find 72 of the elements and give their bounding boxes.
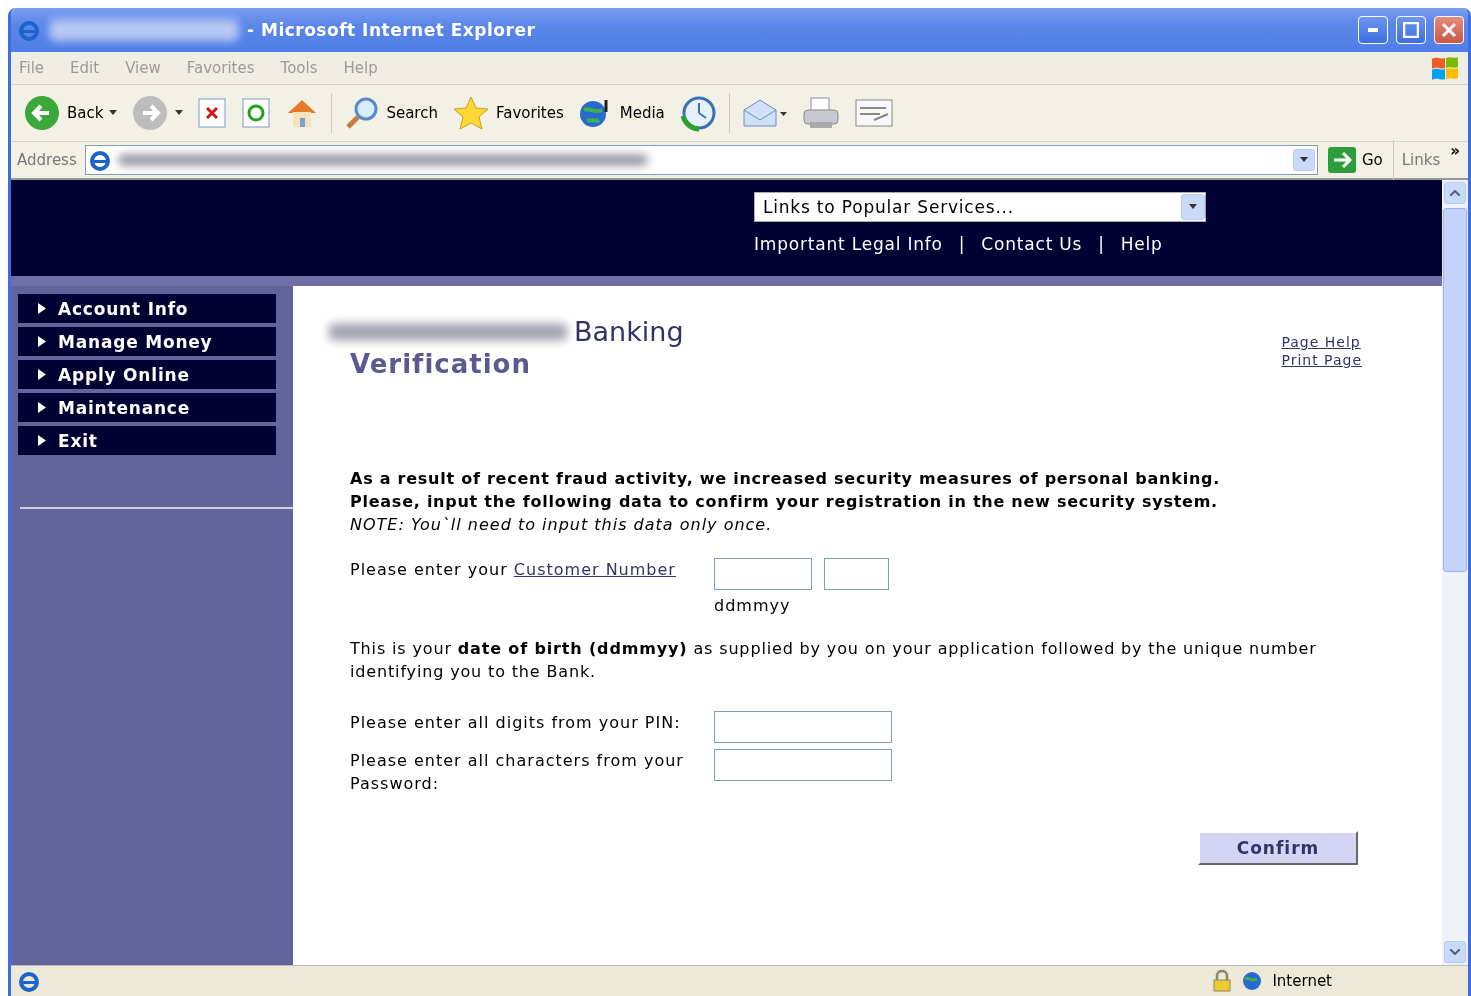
pin-field[interactable] — [714, 711, 892, 743]
dropdown-button[interactable] — [1181, 194, 1205, 220]
notepad-icon — [853, 98, 894, 128]
caret-icon — [109, 110, 118, 116]
dropdown-button[interactable] — [1292, 149, 1315, 171]
utility-link[interactable]: Print Page — [1281, 352, 1362, 368]
maximize-icon — [1403, 22, 1419, 38]
security-zone: Internet — [1272, 972, 1332, 990]
close-icon — [1441, 22, 1457, 38]
brand-name: Banking — [574, 316, 684, 347]
minimize-icon — [1368, 28, 1378, 32]
triangle-right-icon — [38, 369, 46, 380]
scroll-down-button[interactable] — [1444, 941, 1466, 963]
star-icon — [451, 95, 490, 131]
padlock-icon — [1212, 970, 1233, 992]
date-format-hint: ddmmyy — [714, 596, 792, 615]
more-button[interactable]: » — [1448, 142, 1462, 160]
sidebar-item[interactable]: Apply Online — [18, 360, 276, 389]
address-label: Address — [17, 151, 77, 169]
go-button[interactable]: Go — [1325, 147, 1385, 173]
triangle-right-icon — [38, 303, 46, 314]
clock-icon — [678, 94, 717, 132]
maximize-button[interactable] — [1396, 16, 1426, 44]
envelope-icon — [741, 98, 788, 128]
triangle-right-icon — [38, 336, 46, 347]
date-of-birth-field[interactable] — [714, 558, 812, 590]
caret-icon — [175, 110, 184, 116]
sidebar-item[interactable]: Maintenance — [18, 393, 276, 422]
password-field[interactable] — [714, 749, 892, 781]
globe-icon — [1242, 971, 1263, 991]
header-link[interactable]: Important Legal Info — [754, 234, 943, 254]
confirm-button[interactable]: Confirm — [1198, 831, 1358, 865]
customer-number-link[interactable]: Customer Number — [513, 560, 676, 579]
chevron-up-icon — [1450, 190, 1460, 196]
back-button[interactable]: Back — [21, 94, 120, 132]
windows-flag-icon — [1430, 55, 1460, 81]
favorites-button[interactable]: Favorites — [449, 95, 566, 131]
triangle-right-icon — [38, 402, 46, 413]
arrow-right-icon — [1327, 147, 1356, 173]
page-heading: Verification — [350, 349, 532, 379]
password-label: Please enter all characters from your Password: — [350, 750, 685, 795]
printer-icon — [801, 96, 840, 130]
minimize-button[interactable] — [1358, 16, 1388, 44]
search-button[interactable]: Search — [342, 95, 440, 131]
stop-icon — [197, 97, 228, 129]
header-link[interactable]: Help — [1120, 234, 1163, 254]
media-button[interactable]: Media — [575, 96, 667, 130]
customer-number-label: Please enter your Customer Number — [350, 559, 677, 581]
address-field[interactable] — [84, 145, 1318, 175]
notice-text: As a result of recent fraud activity, we increased security measures of personal banking. — [350, 468, 1222, 490]
sidebar-item[interactable]: Manage Money — [18, 327, 276, 356]
customer-number-field[interactable] — [824, 558, 889, 590]
chevron-down-icon — [1299, 157, 1308, 163]
sidebar-item[interactable]: Exit — [18, 426, 276, 455]
close-button[interactable] — [1434, 16, 1464, 44]
links-label[interactable]: Links — [1401, 151, 1441, 169]
link-separator: | — [958, 234, 966, 254]
chevron-down-icon — [1450, 949, 1460, 955]
services-select[interactable]: Links to Popular Services... — [754, 192, 1206, 222]
scrollbar-thumb[interactable] — [1443, 208, 1467, 572]
chevron-down-icon — [1189, 204, 1197, 210]
pin-label: Please enter all digits from your PIN: — [350, 712, 682, 734]
explanation-text: This is your date of birth (ddmmyy) as supplied by you on your application followed by the unique number identifying you to the Bank. — [350, 638, 1318, 683]
scroll-up-button[interactable] — [1444, 182, 1466, 204]
triangle-right-icon — [38, 435, 46, 446]
notice-text: Please, input the following data to confirm your registration in the new security system. — [350, 491, 1219, 513]
utility-link[interactable]: Page Help — [1281, 334, 1361, 350]
link-separator: | — [1098, 234, 1105, 254]
window-title: - Microsoft Internet Explorer — [247, 20, 536, 40]
header-link[interactable]: Contact Us — [981, 234, 1083, 254]
note-text: NOTE: You`ll need to input this data only once. — [350, 514, 774, 536]
sidebar-item[interactable]: Account Info — [18, 294, 276, 323]
